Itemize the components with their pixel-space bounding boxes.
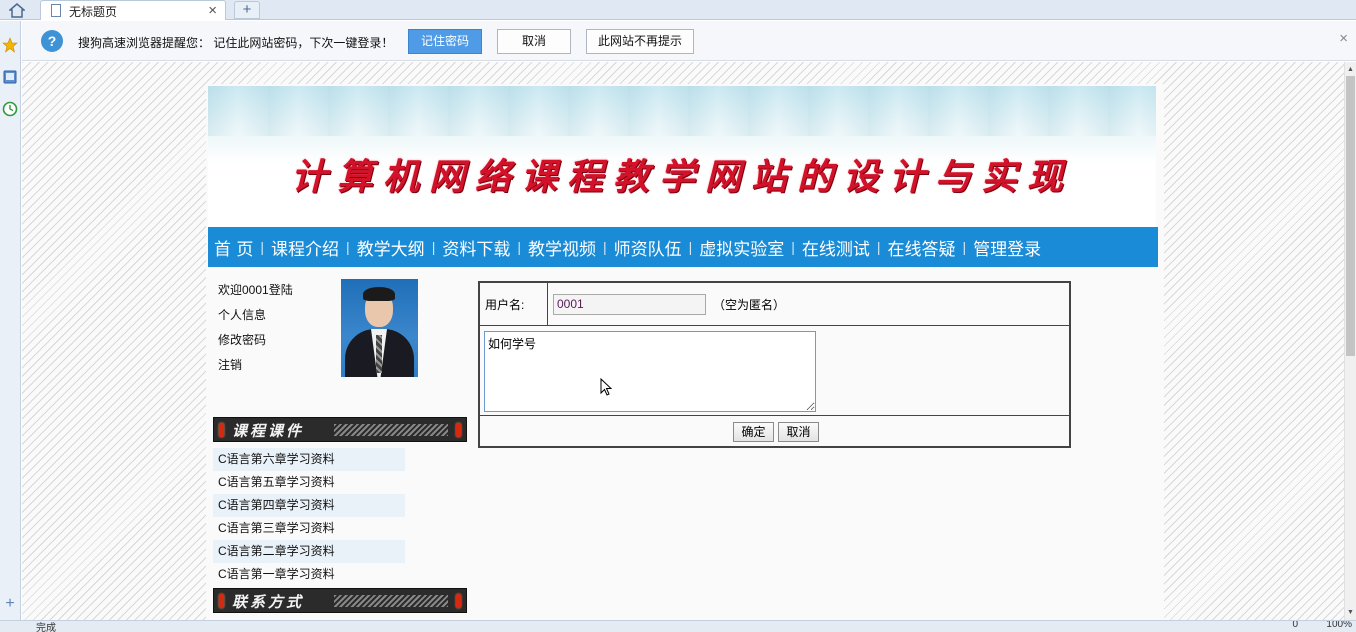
password-notification-bar: ? 搜狗高速浏览器提醒您： 记住此网站密码，下次一键登录！ 记住密码 取消 此网…: [22, 21, 1356, 61]
nav-item-syllabus[interactable]: 教学大纲: [357, 235, 425, 260]
tab-close-icon[interactable]: ×: [208, 1, 217, 21]
never-remind-button[interactable]: 此网站不再提示: [586, 29, 694, 54]
site-container: 计算机网络课程教学网站的设计与实现 首 页 | 课程介绍 | 教学大纲 | 资料…: [206, 84, 1164, 620]
lantern-icon: [219, 423, 224, 437]
vertical-scrollbar[interactable]: ▲ ▼: [1344, 62, 1356, 620]
browser-tab-strip: 无标题页 × +: [0, 0, 1356, 20]
nav-separator: |: [346, 239, 350, 255]
scroll-thumb[interactable]: [1346, 76, 1355, 356]
course-link[interactable]: C语言第四章学习资料: [213, 494, 405, 517]
home-icon[interactable]: [0, 0, 34, 20]
browser-tab[interactable]: 无标题页 ×: [40, 0, 226, 20]
zoom-level[interactable]: 100%: [1326, 621, 1352, 630]
nav-item-home[interactable]: 首 页: [214, 235, 253, 260]
username-input[interactable]: 0001: [553, 294, 706, 315]
user-avatar: [341, 279, 418, 377]
banner-background: [208, 86, 1156, 136]
question-row: [480, 327, 1069, 416]
course-list: C语言第六章学习资料 C语言第五章学习资料 C语言第四章学习资料 C语言第三章学…: [213, 448, 405, 586]
nav-item-admin-login[interactable]: 管理登录: [973, 235, 1041, 260]
form-buttons-row: 确定 取消: [480, 417, 1069, 446]
nav-item-virtual-lab[interactable]: 虚拟实验室: [699, 235, 784, 260]
add-sidebar-icon[interactable]: +: [2, 596, 18, 612]
username-label: 用户名:: [480, 283, 548, 326]
nav-separator: |: [260, 239, 265, 255]
status-bar: 完成 0 100%: [0, 620, 1356, 632]
notification-message: 搜狗高速浏览器提醒您： 记住此网站密码，下次一键登录！: [78, 36, 394, 50]
course-link[interactable]: C语言第三章学习资料: [213, 517, 405, 540]
browser-sidebar: +: [0, 21, 21, 621]
contact-title: 联系方式: [232, 593, 305, 611]
nav-item-online-qa[interactable]: 在线答疑: [888, 235, 956, 260]
page-icon: [51, 4, 61, 17]
welcome-text: 欢迎0001登陆: [218, 283, 293, 297]
submit-button[interactable]: 确定: [733, 422, 774, 442]
nav-item-online-test[interactable]: 在线测试: [802, 235, 870, 260]
nav-item-faculty[interactable]: 师资队伍: [614, 235, 682, 260]
username-hint: （空为匿名）: [713, 298, 786, 312]
site-title: 计算机网络课程教学网站的设计与实现: [290, 156, 1073, 198]
courseware-title: 课程课件: [232, 422, 305, 440]
site-banner: 计算机网络课程教学网站的设计与实现: [208, 86, 1156, 227]
nav-separator: |: [517, 239, 521, 255]
question-textarea[interactable]: [484, 331, 816, 412]
nav-separator: |: [791, 239, 795, 255]
nav-separator: |: [688, 239, 693, 255]
courseware-section-header: 课程课件: [213, 417, 467, 442]
main-nav: 首 页 | 课程介绍 | 教学大纲 | 资料下载 | 教学视频 | 师资队伍 |…: [208, 227, 1158, 267]
form-cancel-button[interactable]: 取消: [778, 422, 819, 442]
lantern-icon: [456, 594, 461, 608]
scroll-down-icon[interactable]: ▼: [1347, 609, 1354, 616]
lantern-icon: [219, 594, 224, 608]
remember-password-button[interactable]: 记住密码: [408, 29, 482, 54]
mouse-cursor-icon: [600, 377, 613, 396]
course-link[interactable]: C语言第五章学习资料: [213, 471, 405, 494]
nav-item-videos[interactable]: 教学视频: [528, 235, 596, 260]
profile-link[interactable]: 个人信息: [218, 306, 293, 331]
nav-separator: |: [602, 239, 607, 255]
nav-separator: |: [431, 239, 436, 255]
nav-item-downloads[interactable]: 资料下载: [442, 235, 510, 260]
course-link[interactable]: C语言第六章学习资料: [213, 448, 405, 471]
header-stripe: [334, 595, 448, 607]
course-link[interactable]: C语言第二章学习资料: [213, 540, 405, 563]
page-viewport: 计算机网络课程教学网站的设计与实现 首 页 | 课程介绍 | 教学大纲 | 资料…: [22, 62, 1344, 620]
scroll-up-icon[interactable]: ▲: [1347, 66, 1354, 73]
cancel-remember-button[interactable]: 取消: [497, 29, 571, 54]
contact-section-header: 联系方式: [213, 588, 467, 613]
reader-icon[interactable]: [2, 69, 18, 85]
nav-separator: |: [876, 239, 881, 255]
lantern-icon: [456, 423, 461, 437]
header-stripe: [334, 424, 448, 436]
course-link[interactable]: C语言第一章学习资料: [213, 563, 405, 586]
logout-link[interactable]: 注销: [218, 356, 293, 381]
username-row: 用户名: 0001 （空为匿名）: [480, 283, 1069, 326]
notification-close-icon[interactable]: ×: [1339, 30, 1348, 47]
question-form: 用户名: 0001 （空为匿名） 确定 取消: [478, 281, 1071, 448]
history-clock-icon[interactable]: [2, 101, 18, 117]
tab-title: 无标题页: [69, 5, 118, 19]
user-panel: 欢迎0001登陆 个人信息 修改密码 注销: [218, 281, 293, 381]
favorites-star-icon[interactable]: [2, 37, 18, 53]
change-password-link[interactable]: 修改密码: [218, 331, 293, 356]
status-count: 0: [1292, 620, 1298, 630]
new-tab-button[interactable]: +: [234, 1, 260, 19]
status-text: 完成: [36, 623, 56, 632]
hint-bulb-icon: ?: [41, 30, 63, 52]
nav-item-course-intro[interactable]: 课程介绍: [271, 235, 339, 260]
nav-separator: |: [962, 239, 967, 255]
